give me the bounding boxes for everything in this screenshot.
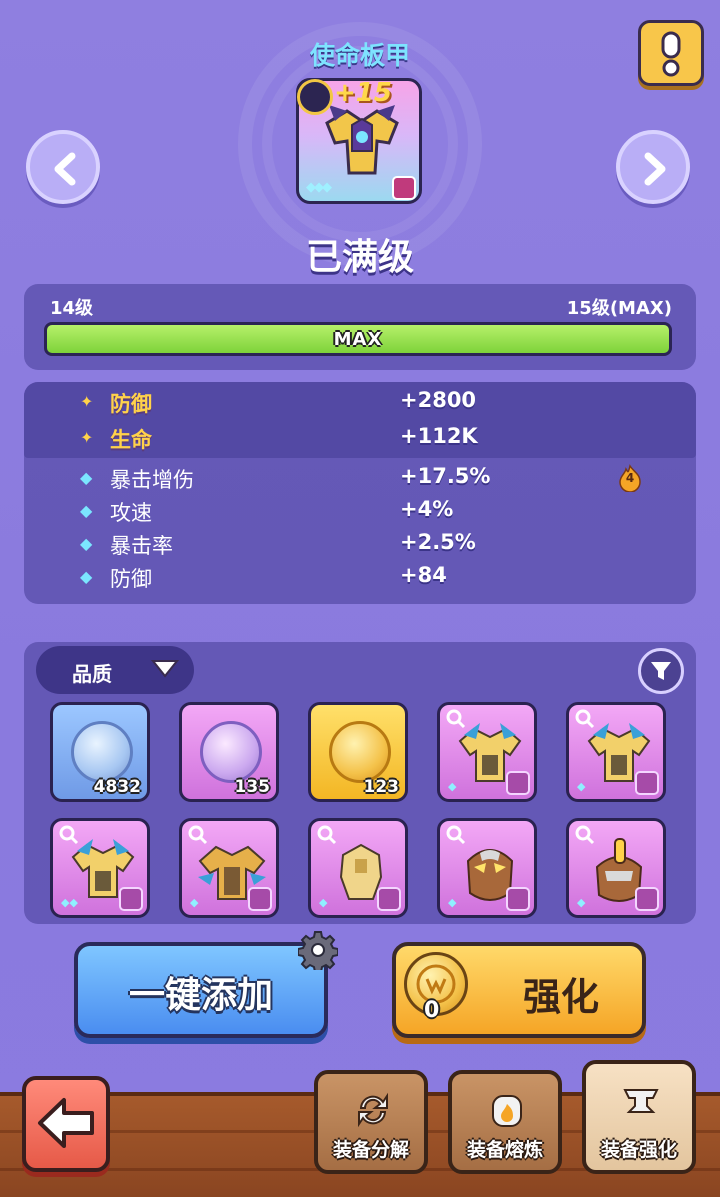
stat-row-sub: ◆ 暴击增伤 +17.5% (80, 464, 640, 494)
sword-type-icon (635, 771, 659, 795)
gem-icon: ◆ (448, 896, 457, 909)
stat-value: +2.5% (400, 530, 476, 554)
auto-add-button[interactable]: 一键添加 (74, 942, 328, 1038)
inventory-tile[interactable]: 4832 (50, 702, 150, 802)
shield-type-icon (635, 887, 659, 911)
level-progress-bar: MAX (44, 322, 672, 356)
level-progress-text: MAX (333, 329, 383, 350)
stat-value: +84 (400, 563, 447, 587)
stat-row-main: ✦ 防御 +2800 (80, 388, 640, 418)
filter-button[interactable] (638, 648, 684, 694)
settings-gear-icon[interactable] (298, 930, 338, 970)
enhance-label: 强化 (522, 975, 599, 1019)
info-button[interactable] (638, 20, 704, 86)
purple-coin-icon (200, 721, 262, 783)
inventory-tile[interactable]: ◆ (437, 818, 537, 918)
chevron-left-icon (54, 152, 76, 186)
diamond-icon: ◆ (80, 534, 93, 553)
current-level: 14级 (50, 298, 94, 319)
gold-coin-icon (329, 721, 391, 783)
inventory-tile[interactable]: ◆◆ (50, 818, 150, 918)
shield-type-icon (506, 887, 530, 911)
gem-icon: ◆ (577, 780, 586, 793)
diamond-icon: ◆ (80, 468, 93, 487)
inventory-tile[interactable]: ◆ (566, 702, 666, 802)
furnace-icon (492, 1095, 522, 1127)
diamond-icon: ◆ (80, 567, 93, 586)
stat-name: 攻速 (110, 501, 152, 525)
armor-icon (325, 105, 399, 175)
stat-value: +2800 (400, 388, 477, 412)
inventory-tile[interactable]: ◆ (437, 702, 537, 802)
chevron-right-icon (644, 152, 666, 186)
inventory-tile[interactable]: 135 (179, 702, 279, 802)
item-name: 使命板甲 (309, 41, 410, 70)
stat-row-sub: ◆ 防御 +84 (80, 563, 640, 593)
anvil-icon (623, 1089, 659, 1113)
stat-value: +17.5% (400, 464, 491, 488)
back-button[interactable] (22, 1076, 110, 1172)
stat-name: 暴击率 (110, 534, 173, 558)
filter-icon (651, 662, 671, 680)
sort-label: 品质 (72, 662, 112, 686)
coin-badge-icon (297, 79, 333, 115)
inventory-tile[interactable]: ◆ (566, 818, 666, 918)
sword-type-icon (119, 887, 143, 911)
gem-icon: ◆◆ (61, 896, 78, 909)
diamond-icon: ◆ (80, 501, 93, 520)
auto-add-label: 一键添加 (128, 975, 273, 1016)
sword-type-icon (377, 887, 401, 911)
star-icon: ✦ (80, 428, 94, 447)
gem-icon: ◆ (577, 896, 586, 909)
stat-name: 生命 (110, 428, 152, 452)
inventory-tile[interactable]: ◆ (179, 818, 279, 918)
stat-name: 防御 (110, 567, 152, 591)
stat-row-sub: ◆ 暴击率 +2.5% (80, 530, 640, 560)
exclamation-icon (661, 31, 681, 77)
stat-name: 防御 (110, 392, 152, 416)
flame-badge-count: 4 (625, 471, 635, 485)
sword-type-icon (506, 771, 530, 795)
max-level: 15级(MAX) (566, 298, 672, 319)
blue-coin-icon (71, 721, 133, 783)
inventory-tile[interactable]: ◆ (308, 818, 408, 918)
stat-row-sub: ◆ 攻速 +4% (80, 497, 640, 527)
stat-row-main: ✦ 生命 +112K (80, 424, 640, 454)
stat-value: +4% (400, 497, 454, 521)
gem-icon: ◆ (190, 896, 199, 909)
tile-quantity: 123 (363, 777, 400, 797)
nav-label: 装备分解 (332, 1139, 409, 1161)
arrow-left-icon (38, 1098, 94, 1148)
inventory-tile[interactable]: 123 (308, 702, 408, 802)
gem-icon: ◆ (319, 896, 328, 909)
gem-icon: ◆ (448, 780, 457, 793)
nav-label: 装备熔炼 (466, 1139, 543, 1161)
recycle-icon (358, 1092, 388, 1128)
enhance-cost: 0 (424, 998, 440, 1023)
gem-icon: ◆◆◆ (306, 180, 332, 195)
fist-icon (392, 176, 416, 200)
stat-name: 暴击增伤 (110, 468, 194, 492)
stat-value: +112K (400, 424, 478, 448)
tile-quantity: 135 (234, 777, 271, 797)
nav-item-dismantle[interactable]: 装备分解 (314, 1070, 428, 1174)
star-icon: ✦ (80, 392, 94, 411)
nav-item-enhance[interactable]: 装备强化 (582, 1060, 696, 1174)
nav-item-smelt[interactable]: 装备熔炼 (448, 1070, 562, 1174)
flame-badge-icon[interactable]: 4 (616, 464, 644, 492)
chevron-down-icon (150, 660, 180, 678)
nav-label: 装备强化 (600, 1139, 677, 1161)
status-text: 已满级 (305, 237, 414, 278)
enhance-level: +15 (334, 78, 392, 108)
prev-item-button[interactable] (26, 130, 100, 204)
sword-type-icon (248, 887, 272, 911)
tile-quantity: 4832 (93, 777, 141, 797)
next-item-button[interactable] (616, 130, 690, 204)
